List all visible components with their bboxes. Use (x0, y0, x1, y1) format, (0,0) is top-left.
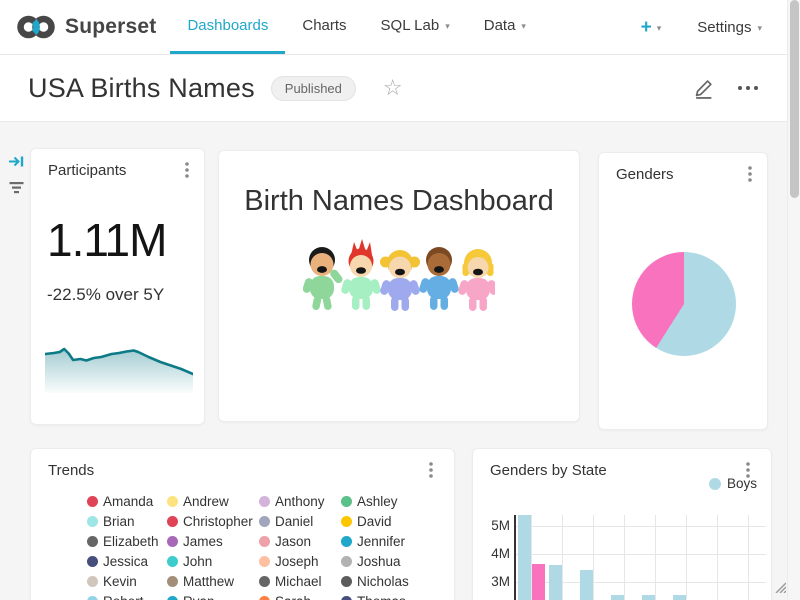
bar-boys (580, 570, 593, 600)
vertical-scrollbar (787, 0, 800, 600)
bar-boys (673, 595, 686, 600)
chevron-down-icon: ▾ (657, 24, 662, 33)
kebab-menu-icon[interactable] (429, 462, 433, 483)
ellipsis-menu-icon[interactable] (738, 86, 758, 90)
genders-card: Genders (598, 152, 768, 430)
legend-item[interactable]: Anthony (259, 491, 341, 511)
nav-data[interactable]: Data ▾ (467, 0, 543, 54)
infinity-logo-icon (16, 13, 56, 41)
edit-pencil-icon[interactable] (693, 78, 714, 99)
nav-data-label: Data (484, 17, 516, 34)
superset-app: Superset Dashboards Charts SQL Lab ▾ Dat… (0, 0, 800, 600)
legend-item[interactable]: David (341, 511, 421, 531)
main-nav: Dashboards Charts SQL Lab ▾ Data ▾ (170, 0, 542, 54)
bar-boys (549, 565, 562, 600)
kebab-menu-icon[interactable] (185, 162, 189, 183)
legend-item[interactable]: Ryan (167, 591, 259, 600)
markdown-heading: Birth Names Dashboard (219, 185, 579, 218)
legend-item[interactable]: Amanda (87, 491, 167, 511)
legend-item[interactable]: Jennifer (341, 531, 421, 551)
nav-charts[interactable]: Charts (285, 0, 363, 54)
legend-item[interactable]: Elizabeth (87, 531, 167, 551)
expand-filter-bar-icon[interactable] (8, 153, 25, 175)
resize-grip-icon[interactable] (770, 577, 786, 598)
legend-item[interactable]: James (167, 531, 259, 551)
participants-card: Participants 1.11M -22.5% over 5Y (30, 148, 205, 425)
bar-boys (642, 595, 655, 600)
genders-by-state-bar-chart: 5M4M3M (514, 515, 766, 600)
legend-item[interactable]: Jessica (87, 551, 167, 571)
scrollbar-thumb[interactable] (790, 0, 799, 198)
legend-item[interactable]: Christopher (167, 511, 259, 531)
nav-charts-label: Charts (302, 17, 346, 34)
trends-card: Trends AmandaAndrewAnthonyAshley BrianChr… (30, 448, 455, 600)
legend-item[interactable]: Brian (87, 511, 167, 531)
big-number-value: 1.11M (47, 217, 166, 263)
legend-dot (709, 478, 721, 490)
chevron-down-icon: ▾ (445, 22, 450, 31)
legend-item[interactable]: Nicholas (341, 571, 421, 591)
genders-pie-chart (632, 252, 736, 356)
legend-item[interactable]: Thomas (341, 591, 421, 600)
legend-item[interactable]: Joshua (341, 551, 421, 571)
legend-item-boys[interactable]: Boys (709, 476, 757, 491)
chevron-down-icon: ▾ (757, 24, 762, 33)
y-axis-tick-label: 5M (478, 518, 510, 533)
legend-item[interactable]: Michael (259, 571, 341, 591)
big-number-subheader: -22.5% over 5Y (47, 285, 164, 305)
legend-item[interactable]: Kevin (87, 571, 167, 591)
top-navbar: Superset Dashboards Charts SQL Lab ▾ Dat… (0, 0, 800, 55)
plus-icon: + (641, 18, 652, 37)
chart-title: Genders by State (490, 462, 607, 479)
legend-item[interactable]: John (167, 551, 259, 571)
legend-item[interactable]: Sarah (259, 591, 341, 600)
nav-sql-lab[interactable]: SQL Lab ▾ (364, 0, 467, 54)
nav-sql-lab-label: SQL Lab (381, 17, 440, 34)
chart-title: Trends (48, 462, 94, 479)
dashboard-body: Participants 1.11M -22.5% over 5Y Birth … (0, 122, 800, 600)
legend-item[interactable]: Jason (259, 531, 341, 551)
page-title: USA Births Names (28, 73, 255, 104)
chart-title: Participants (48, 162, 126, 179)
nav-dashboards-label: Dashboards (187, 17, 268, 34)
kebab-menu-icon[interactable] (748, 166, 752, 187)
children-illustration (219, 238, 579, 316)
legend-item[interactable]: Andrew (167, 491, 259, 511)
legend-item[interactable]: Matthew (167, 571, 259, 591)
header-actions (693, 78, 772, 99)
brand-name: Superset (65, 15, 156, 39)
y-axis-tick-label: 4M (478, 546, 510, 561)
legend-item[interactable]: Daniel (259, 511, 341, 531)
legend-item[interactable]: Robert (87, 591, 167, 600)
bar-boys (518, 515, 531, 600)
bar-girls (532, 564, 545, 600)
superset-logo[interactable]: Superset (16, 0, 156, 54)
trends-legend: AmandaAndrewAnthonyAshley BrianChristophe… (87, 491, 421, 600)
chevron-down-icon: ▾ (521, 22, 526, 31)
birth-names-header-card: Birth Names Dashboard (218, 150, 580, 422)
genders-by-state-card: Genders by State Boys 5M4M3M (472, 448, 772, 600)
legend-item[interactable]: Ashley (341, 491, 421, 511)
legend-label: Boys (727, 476, 757, 491)
filter-icon[interactable] (8, 180, 25, 200)
legend-item[interactable]: Joseph (259, 551, 341, 571)
new-item-dropdown[interactable]: + ▾ (641, 18, 662, 37)
dashboard-header: USA Births Names Published ☆ (0, 55, 800, 122)
nav-dashboards[interactable]: Dashboards (170, 0, 285, 54)
navbar-right: + ▾ Settings ▾ (641, 0, 800, 54)
settings-dropdown[interactable]: Settings ▾ (697, 19, 762, 36)
bar-boys (611, 595, 624, 600)
settings-label: Settings (697, 19, 751, 36)
chart-title: Genders (616, 166, 674, 183)
favorite-star-icon[interactable]: ☆ (383, 77, 403, 99)
published-badge[interactable]: Published (271, 76, 356, 101)
participants-sparkline (45, 335, 193, 395)
y-axis-tick-label: 3M (478, 574, 510, 589)
